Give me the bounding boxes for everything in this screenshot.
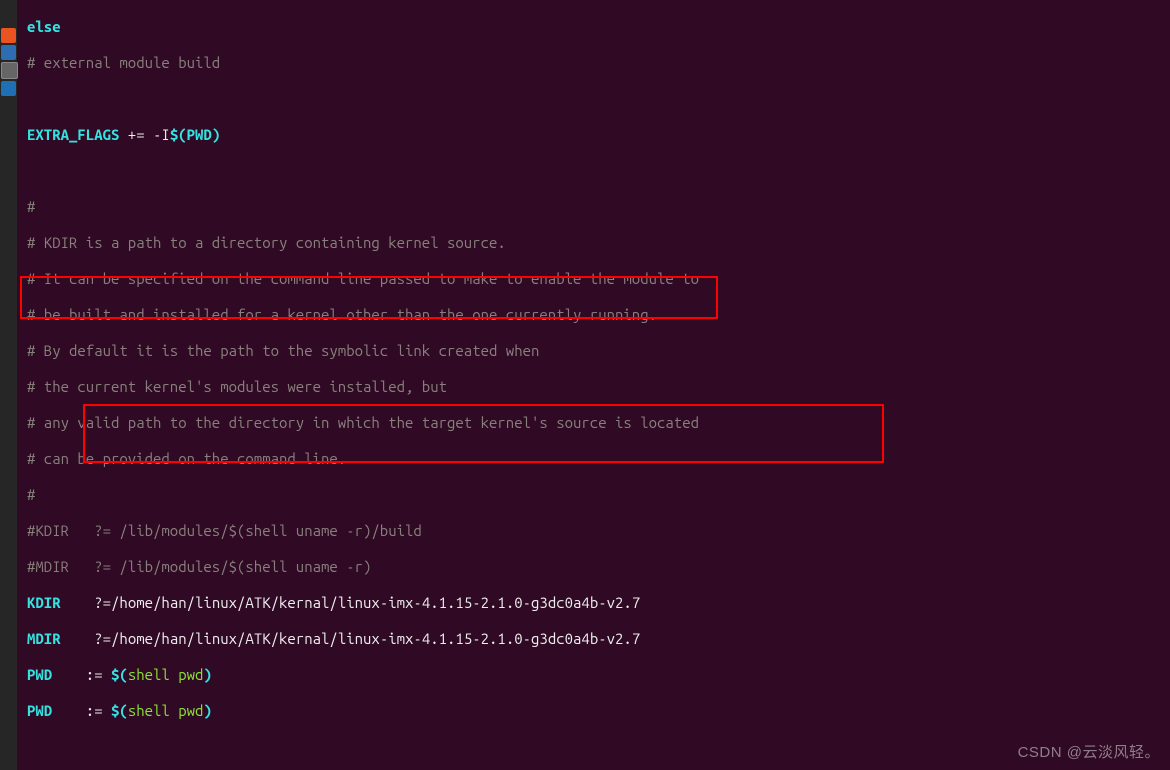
comment: # can be provided on the command line. (27, 450, 346, 467)
var-ref-pwd: $(PWD) (170, 126, 220, 143)
comment: # any valid path to the directory in whi… (27, 414, 699, 431)
var-pwd: PWD (27, 702, 52, 719)
sidebar-app-icon[interactable] (1, 62, 18, 79)
operator: ?= (61, 630, 111, 647)
var-kdir: KDIR (27, 594, 61, 611)
var-pwd: PWD (27, 666, 52, 683)
activity-bar (0, 0, 17, 770)
cmd-pwd: pwd (178, 666, 203, 683)
dollar-open: $( (111, 666, 128, 683)
sidebar-launcher-icon[interactable] (1, 28, 16, 43)
comment: # (27, 198, 35, 215)
comment: # By default it is the path to the symbo… (27, 342, 539, 359)
operator: += -I (119, 126, 169, 143)
comment: #KDIR ?= /lib/modules/$(shell uname -r)/… (27, 522, 422, 539)
func-shell: shell (128, 666, 178, 683)
dollar-open: $( (111, 702, 128, 719)
comment: # It can be specified on the command lin… (27, 270, 699, 287)
code-editor[interactable]: else # external module build EXTRA_FLAGS… (17, 0, 1170, 770)
comment: # (27, 486, 35, 503)
comment: # the current kernel's modules were inst… (27, 378, 447, 395)
dollar-close: ) (203, 702, 211, 719)
dollar-close: ) (203, 666, 211, 683)
var-extra-flags: EXTRA_FLAGS (27, 126, 119, 143)
comment: #MDIR ?= /lib/modules/$(shell uname -r) (27, 558, 371, 575)
operator: := (52, 666, 111, 683)
cmd-pwd: pwd (178, 702, 203, 719)
keyword-else: else (27, 18, 61, 35)
comment: # be built and installed for a kernel ot… (27, 306, 657, 323)
operator: ?= (61, 594, 111, 611)
var-mdir: MDIR (27, 630, 61, 647)
path-literal: /home/han/linux/ATK/kernal/linux-imx-4.1… (111, 594, 640, 611)
operator: := (52, 702, 111, 719)
comment: # external module build (27, 54, 220, 71)
comment: # KDIR is a path to a directory containi… (27, 234, 506, 251)
sidebar-app-icon[interactable] (1, 81, 16, 96)
path-literal: /home/han/linux/ATK/kernal/linux-imx-4.1… (111, 630, 640, 647)
sidebar-app-icon[interactable] (1, 45, 16, 60)
func-shell: shell (128, 702, 178, 719)
